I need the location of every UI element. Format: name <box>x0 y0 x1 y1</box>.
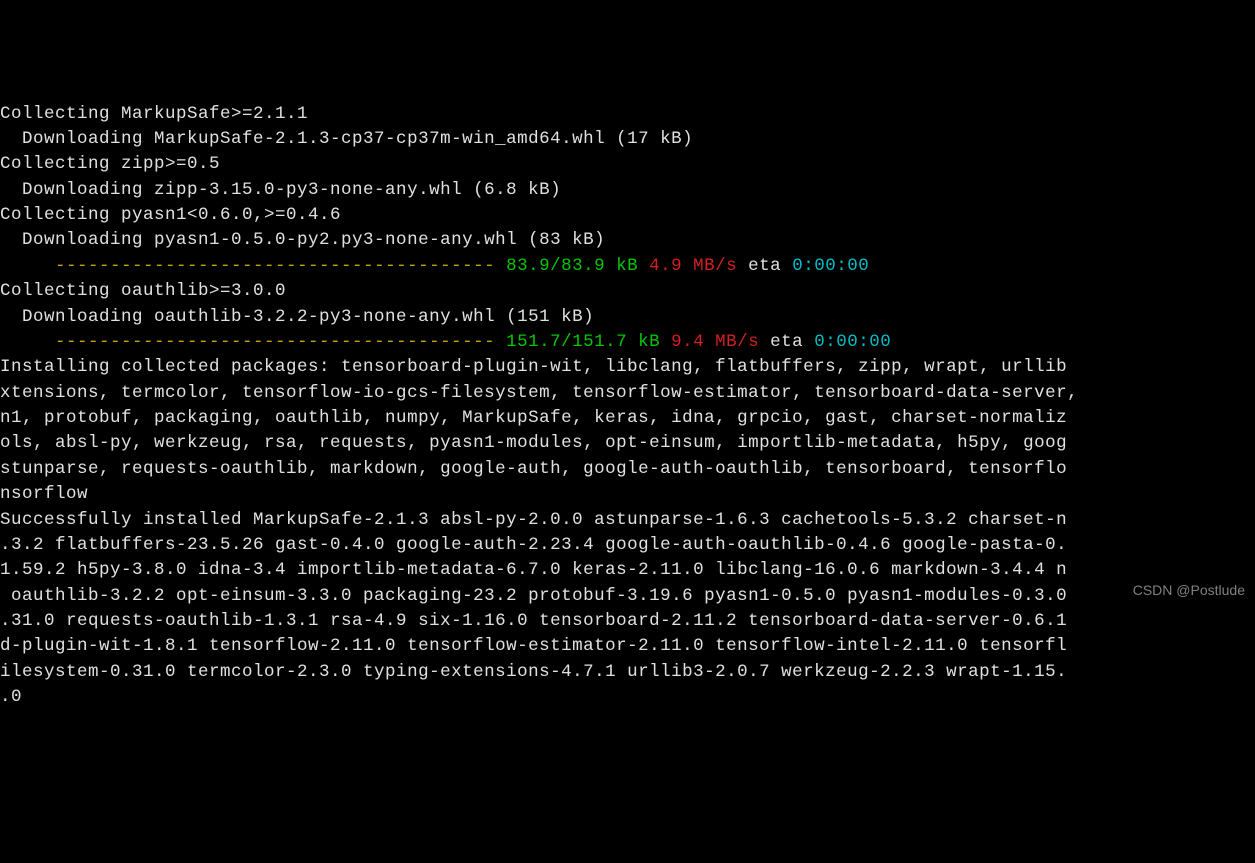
terminal-segment: Installing collected packages: tensorboa… <box>0 357 1067 377</box>
terminal-segment: 4.9 MB/s <box>649 256 737 276</box>
terminal-segment: stunparse, requests-oauthlib, markdown, … <box>0 459 1067 479</box>
terminal-segment: Successfully installed MarkupSafe-2.1.3 … <box>0 510 1067 530</box>
terminal-segment: 151.7/151.7 kB <box>506 332 660 352</box>
terminal-line: Collecting pyasn1<0.6.0,>=0.4.6 <box>0 203 1255 228</box>
terminal-segment: Collecting oauthlib>=3.0.0 <box>0 281 286 301</box>
terminal-line: Collecting oauthlib>=3.0.0 <box>0 279 1255 304</box>
terminal-segment <box>0 332 55 352</box>
terminal-segment: nsorflow <box>0 484 88 504</box>
terminal-segment: xtensions, termcolor, tensorflow-io-gcs-… <box>0 383 1078 403</box>
terminal-segment <box>495 256 506 276</box>
terminal-segment: Downloading MarkupSafe-2.1.3-cp37-cp37m-… <box>0 129 693 149</box>
terminal-segment: d-plugin-wit-1.8.1 tensorflow-2.11.0 ten… <box>0 636 1067 656</box>
terminal-segment: .3.2 flatbuffers-23.5.26 gast-0.4.0 goog… <box>0 535 1067 555</box>
terminal-segment <box>0 256 55 276</box>
terminal-line: .3.2 flatbuffers-23.5.26 gast-0.4.0 goog… <box>0 533 1255 558</box>
terminal-line: Downloading MarkupSafe-2.1.3-cp37-cp37m-… <box>0 127 1255 152</box>
terminal-line: 1.59.2 h5py-3.8.0 idna-3.4 importlib-met… <box>0 558 1255 583</box>
terminal-segment: .31.0 requests-oauthlib-1.3.1 rsa-4.9 si… <box>0 611 1067 631</box>
terminal-line: .0 <box>0 685 1255 710</box>
terminal-segment <box>638 256 649 276</box>
terminal-segment: n1, protobuf, packaging, oauthlib, numpy… <box>0 408 1067 428</box>
terminal-segment: 83.9/83.9 kB <box>506 256 638 276</box>
terminal-line: stunparse, requests-oauthlib, markdown, … <box>0 457 1255 482</box>
terminal-line: ols, absl-py, werkzeug, rsa, requests, p… <box>0 431 1255 456</box>
watermark: CSDN @Postlude <box>1133 580 1245 600</box>
terminal-segment: 0:00:00 <box>792 256 869 276</box>
terminal-output[interactable]: Collecting MarkupSafe>=2.1.1 Downloading… <box>0 102 1255 711</box>
terminal-segment: ---------------------------------------- <box>55 332 495 352</box>
terminal-line: nsorflow <box>0 482 1255 507</box>
terminal-segment: 0:00:00 <box>814 332 891 352</box>
terminal-segment: ---------------------------------------- <box>55 256 495 276</box>
terminal-line: n1, protobuf, packaging, oauthlib, numpy… <box>0 406 1255 431</box>
terminal-segment: Downloading oauthlib-3.2.2-py3-none-any.… <box>0 307 594 327</box>
terminal-segment: eta <box>737 256 792 276</box>
terminal-segment: Collecting pyasn1<0.6.0,>=0.4.6 <box>0 205 341 225</box>
terminal-segment: 1.59.2 h5py-3.8.0 idna-3.4 importlib-met… <box>0 560 1067 580</box>
terminal-line: xtensions, termcolor, tensorflow-io-gcs-… <box>0 381 1255 406</box>
terminal-segment: .0 <box>0 687 22 707</box>
terminal-segment: eta <box>759 332 814 352</box>
terminal-line: Downloading oauthlib-3.2.2-py3-none-any.… <box>0 305 1255 330</box>
terminal-segment: Downloading pyasn1-0.5.0-py2.py3-none-an… <box>0 230 605 250</box>
terminal-line: Collecting zipp>=0.5 <box>0 152 1255 177</box>
terminal-segment: Collecting zipp>=0.5 <box>0 154 220 174</box>
terminal-segment: Collecting MarkupSafe>=2.1.1 <box>0 104 308 124</box>
terminal-line: Successfully installed MarkupSafe-2.1.3 … <box>0 508 1255 533</box>
terminal-line: ilesystem-0.31.0 termcolor-2.3.0 typing-… <box>0 660 1255 685</box>
terminal-line: Downloading zipp-3.15.0-py3-none-any.whl… <box>0 178 1255 203</box>
terminal-line: d-plugin-wit-1.8.1 tensorflow-2.11.0 ten… <box>0 634 1255 659</box>
terminal-segment: ols, absl-py, werkzeug, rsa, requests, p… <box>0 433 1067 453</box>
terminal-segment: 9.4 MB/s <box>671 332 759 352</box>
terminal-line: ----------------------------------------… <box>0 330 1255 355</box>
terminal-segment: Downloading zipp-3.15.0-py3-none-any.whl… <box>0 180 561 200</box>
terminal-line: Installing collected packages: tensorboa… <box>0 355 1255 380</box>
terminal-segment: oauthlib-3.2.2 opt-einsum-3.3.0 packagin… <box>0 586 1067 606</box>
terminal-line: oauthlib-3.2.2 opt-einsum-3.3.0 packagin… <box>0 584 1255 609</box>
terminal-line: Collecting MarkupSafe>=2.1.1 <box>0 102 1255 127</box>
terminal-line: ----------------------------------------… <box>0 254 1255 279</box>
terminal-line: Downloading pyasn1-0.5.0-py2.py3-none-an… <box>0 228 1255 253</box>
terminal-segment: ilesystem-0.31.0 termcolor-2.3.0 typing-… <box>0 662 1067 682</box>
terminal-segment <box>495 332 506 352</box>
terminal-segment <box>660 332 671 352</box>
terminal-line: .31.0 requests-oauthlib-1.3.1 rsa-4.9 si… <box>0 609 1255 634</box>
